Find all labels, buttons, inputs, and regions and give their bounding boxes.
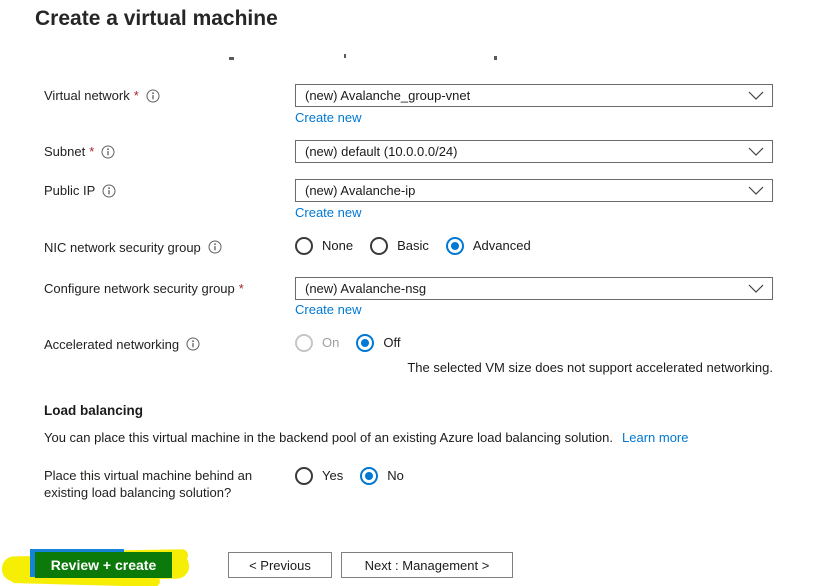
virtual-network-label: Virtual network * (44, 84, 160, 107)
configure-nsg-label: Configure network security group * (44, 281, 244, 296)
radio-circle (295, 466, 313, 485)
accelerated-networking-label: Accelerated networking (44, 335, 200, 353)
virtual-network-select[interactable]: (new) Avalanche_group-vnet (295, 84, 773, 107)
radio-on: On (295, 333, 339, 352)
next-management-button[interactable]: Next : Management > (341, 552, 513, 578)
radio-circle (370, 236, 389, 255)
radio-off[interactable]: Off (356, 333, 400, 352)
virtual-network-create-new-link[interactable]: Create new (295, 110, 361, 125)
load-balancing-radio-group: Yes No (295, 466, 404, 485)
learn-more-link[interactable]: Learn more (622, 430, 688, 445)
configure-nsg-create-new-link[interactable]: Create new (295, 302, 361, 317)
review-create-button[interactable]: Review + create (35, 552, 172, 578)
subnet-select[interactable]: (new) default (10.0.0.0/24) (295, 140, 773, 163)
radio-circle (295, 333, 313, 352)
radio-basic[interactable]: Basic (370, 236, 429, 255)
radio-advanced[interactable]: Advanced (445, 236, 531, 255)
required-asterisk: * (133, 88, 139, 103)
accelerated-networking-radio-group: On Off (295, 333, 400, 352)
chevron-down-icon (748, 281, 764, 296)
radio-circle (360, 466, 379, 485)
radio-circle (356, 333, 375, 352)
previous-button[interactable]: < Previous (228, 552, 332, 578)
public-ip-create-new-link[interactable]: Create new (295, 205, 361, 220)
required-asterisk: * (89, 144, 95, 159)
nic-nsg-label: NIC network security group (44, 238, 222, 256)
cropped-text-remnant (344, 54, 346, 58)
required-asterisk: * (238, 281, 244, 296)
chevron-down-icon (748, 144, 764, 159)
radio-circle (295, 236, 313, 255)
radio-no[interactable]: No (360, 466, 404, 485)
cropped-text-remnant (494, 56, 497, 60)
info-icon[interactable] (102, 184, 116, 198)
load-balancing-heading: Load balancing (44, 403, 144, 418)
info-icon[interactable] (146, 89, 160, 103)
create-vm-page: Create a virtual machine Virtual network… (0, 0, 828, 586)
cropped-text-remnant (229, 57, 234, 60)
chevron-down-icon (748, 88, 764, 103)
load-balancing-description: You can place this virtual machine in th… (44, 430, 689, 445)
nic-nsg-radio-group: None Basic Advanced (295, 236, 531, 255)
public-ip-select[interactable]: (new) Avalanche-ip (295, 179, 773, 202)
radio-none[interactable]: None (295, 236, 353, 255)
load-balancing-question-label: Place this virtual machine behind an exi… (44, 468, 253, 500)
page-title: Create a virtual machine (35, 7, 278, 30)
info-icon[interactable] (101, 145, 115, 159)
subnet-label: Subnet * (44, 140, 115, 163)
chevron-down-icon (748, 183, 764, 198)
configure-nsg-select[interactable]: (new) Avalanche-nsg (295, 277, 773, 300)
radio-circle (445, 236, 464, 255)
info-icon[interactable] (186, 337, 200, 351)
info-icon[interactable] (208, 240, 222, 254)
accelerated-networking-note: The selected VM size does not support ac… (407, 360, 773, 375)
radio-yes[interactable]: Yes (295, 466, 343, 485)
public-ip-label: Public IP (44, 179, 116, 202)
